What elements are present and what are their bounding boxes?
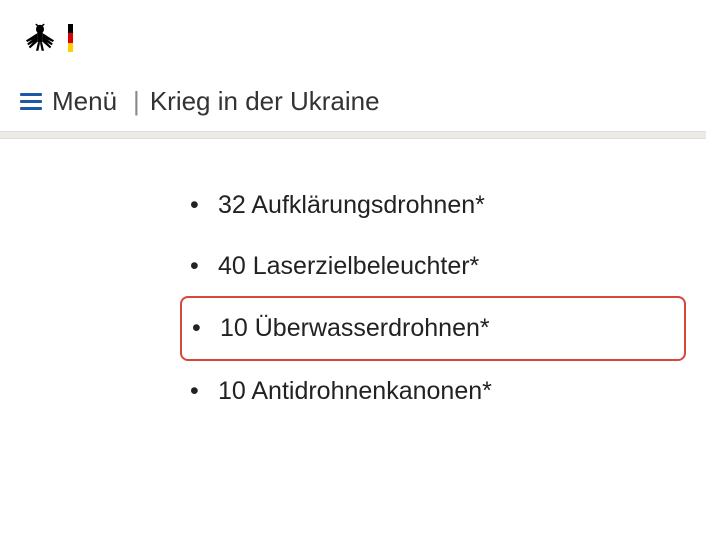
list-item-text: 10 Überwasserdrohnen* bbox=[220, 314, 490, 342]
hamburger-menu-icon[interactable] bbox=[20, 93, 42, 110]
list-item-text: 10 Antidrohnenkanonen* bbox=[218, 377, 492, 405]
list-item: 40 Laserzielbeleuchter* bbox=[180, 236, 686, 297]
german-flag-icon bbox=[68, 24, 73, 52]
breadcrumb-separator: | bbox=[133, 86, 140, 117]
breadcrumb-title[interactable]: Krieg in der Ukraine bbox=[150, 86, 380, 117]
content-area: 32 Aufklärungsdrohnen* 40 Laserzielbeleu… bbox=[0, 139, 706, 441]
list-item: 10 Antidrohnenkanonen* bbox=[180, 361, 686, 422]
menu-label[interactable]: Menü bbox=[52, 86, 117, 117]
nav-row: Menü | Krieg in der Ukraine bbox=[0, 68, 706, 131]
list-item-text: 32 Aufklärungsdrohnen* bbox=[218, 191, 485, 219]
list-item-text: 40 Laserzielbeleuchter* bbox=[218, 252, 479, 280]
header-bar bbox=[0, 0, 706, 68]
eagle-icon bbox=[20, 18, 60, 58]
item-list: 32 Aufklärungsdrohnen* 40 Laserzielbeleu… bbox=[180, 175, 686, 421]
list-item: 32 Aufklärungsdrohnen* bbox=[180, 175, 686, 236]
list-item: 10 Überwasserdrohnen* bbox=[180, 296, 686, 361]
section-divider bbox=[0, 131, 706, 139]
